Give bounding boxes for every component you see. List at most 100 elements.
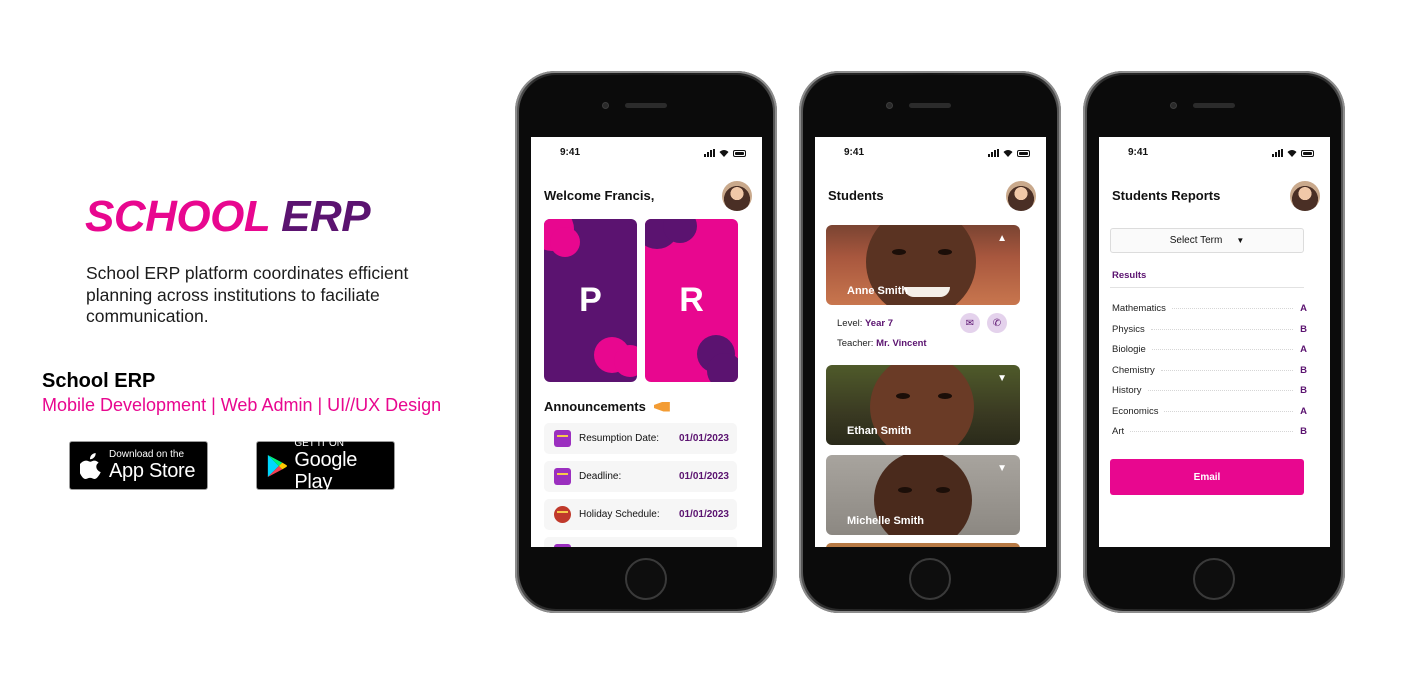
subject-name: History [1112,384,1142,396]
announcements-title: Announcements [544,399,646,414]
card-blob [550,227,580,257]
signal-icon [704,149,715,157]
announcements-heading: Announcements [544,399,670,414]
app-store-small: Download on the [109,449,185,460]
chevron-down-icon: ▼ [1236,236,1245,245]
profile-avatar[interactable] [1006,181,1036,211]
front-camera [886,102,893,109]
announcement-item[interactable]: Deadline: 01/01/2023 [544,461,737,492]
result-row: Chemistry B [1112,363,1307,377]
home-button[interactable] [625,558,667,600]
leader-dots [1130,430,1293,432]
leader-dots [1160,369,1293,371]
home-screen: 9:41 Welcome Francis, P R Announcements [531,137,762,547]
subject-name: Art [1112,425,1125,437]
home-button[interactable] [909,558,951,600]
status-bar: 9:41 [815,147,1046,161]
app-store-big: App Store [109,460,196,482]
student-smile [904,287,950,297]
announcement-date: 01/01/2023 [678,433,729,444]
subject-grade: A [1300,343,1307,355]
student-eye [892,249,906,255]
students-heading: Students [828,188,884,203]
announcement-date: 01/01/2023 [678,509,729,520]
subject-grade: B [1300,384,1307,396]
student-card-partial[interactable] [826,543,1020,547]
megaphone-icon [653,401,670,412]
card-letter: P [579,281,602,319]
subject-grade: B [1300,364,1307,376]
apple-icon [80,452,101,479]
status-time: 9:41 [560,147,581,158]
calendar-icon [554,544,571,547]
subject-name: Economics [1112,405,1159,417]
subject-grade: B [1300,425,1307,437]
teacher-value: Mr. Vincent [876,338,927,349]
front-camera [1170,102,1177,109]
student-name: Anne Smith [847,285,909,297]
chevron-down-icon[interactable]: ▼ [997,463,1007,474]
phone-call-icon[interactable]: ✆ [987,313,1007,333]
teacher-label: Teacher: [837,338,874,349]
student-card-anne[interactable]: ▲ Anne Smith [826,225,1020,305]
announcement-item-partial[interactable] [544,537,737,547]
announcement-label: Deadline: [579,471,622,482]
home-button[interactable] [1193,558,1235,600]
result-row: Biologie A [1112,342,1307,356]
signal-icon [988,149,999,157]
announcement-item[interactable]: Resumption Date: 01/01/2023 [544,423,737,454]
calendar-icon [554,430,571,447]
email-button[interactable]: Email [1110,459,1304,495]
status-bar: 9:41 [1099,147,1330,161]
result-row: Physics B [1112,322,1307,336]
status-time: 9:41 [1128,147,1149,158]
phone-students: 9:41 Students ▲ Anne Smith Level: Year 7 [799,71,1061,613]
earpiece-speaker [909,103,951,108]
battery-icon [1301,149,1314,157]
subject-name: Mathematics [1112,302,1166,314]
app-store-badge[interactable]: Download on the App Store [69,441,208,490]
phone-home: 9:41 Welcome Francis, P R Announcements [515,71,777,613]
reports-heading: Students Reports [1112,188,1221,203]
hero-title-erp: ERP [281,192,371,241]
level-label: Level: [837,318,863,329]
wifi-icon [719,150,729,157]
chevron-up-icon[interactable]: ▲ [997,233,1007,244]
student-eye [938,393,952,399]
card-r[interactable]: R [645,219,738,382]
students-screen: 9:41 Students ▲ Anne Smith Level: Year 7 [815,137,1046,547]
student-teacher: Teacher: Mr. Vincent [837,338,927,349]
hero-description: School ERP platform coordinates efficien… [86,263,409,326]
earpiece-speaker [1193,103,1235,108]
hero-title-school: SCHOOL [85,192,270,241]
card-blob [614,345,637,377]
google-play-badge[interactable]: GET IT ON Google Play [256,438,395,493]
student-level: Level: Year 7 [837,318,893,329]
welcome-heading: Welcome Francis, [544,188,655,203]
battery-icon [1017,149,1030,157]
card-p[interactable]: P [544,219,637,382]
student-name: Michelle Smith [847,515,925,527]
leader-dots [1150,328,1293,330]
mail-icon[interactable]: ✉ [960,313,980,333]
brand-tags: Mobile Development | Web Admin | UI//UX … [42,395,442,415]
brand-name: School ERP [42,370,156,392]
select-term-dropdown[interactable]: Select Term ▼ [1110,228,1304,253]
student-card-ethan[interactable]: ▼ Ethan Smith [826,365,1020,445]
subject-grade: B [1300,323,1307,335]
front-camera [602,102,609,109]
profile-avatar[interactable] [1290,181,1320,211]
reports-screen: 9:41 Students Reports Select Term ▼ Resu… [1099,137,1330,547]
subject-grade: A [1300,302,1307,314]
level-value: Year 7 [865,318,893,329]
student-eye [898,487,912,493]
leader-dots [1151,348,1293,350]
profile-avatar[interactable] [722,181,752,211]
student-card-michelle[interactable]: ▼ Michelle Smith [826,455,1020,535]
status-time: 9:41 [844,147,865,158]
card-letter: R [679,281,704,319]
leader-dots [1164,410,1293,412]
announcement-item[interactable]: Holiday Schedule: 01/01/2023 [544,499,737,530]
chevron-down-icon[interactable]: ▼ [997,373,1007,384]
announcement-date: 01/01/2023 [678,471,729,482]
